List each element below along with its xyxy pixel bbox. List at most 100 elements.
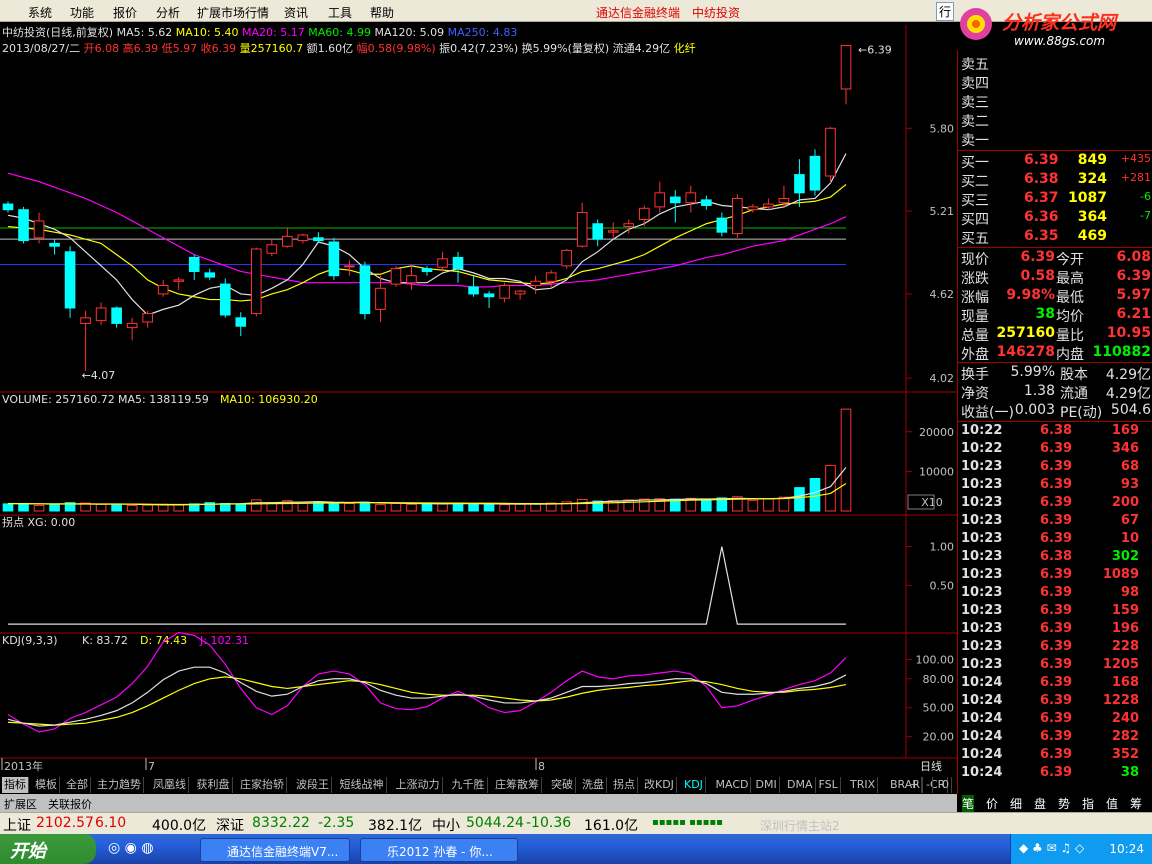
right-tab-1[interactable]: 价 [986,795,998,812]
task-tdx[interactable]: 通达信金融终端V7... [200,838,350,862]
tick-volume: 1089 [1102,567,1139,582]
tray-icons[interactable]: ◆ ♣ ✉ ♫ ◇ [1019,841,1084,855]
indicator-tab-20[interactable]: FSL [817,777,841,793]
volume-bar [18,502,29,512]
tab-ext-area[interactable]: 扩展区 [4,796,37,812]
tick-row: 10:22 6.38 169 [958,423,1152,441]
tick-price: 6.39 [1040,603,1073,618]
tick-row: 10:24 6.39 240 [958,711,1152,729]
right-tab-3[interactable]: 盘 [1034,795,1046,812]
right-tab-5[interactable]: 指 [1082,795,1094,812]
quote-value: 5.97 [1116,287,1151,303]
volume-bar [406,503,417,512]
indicator-tab-4[interactable]: 凤凰线 [151,777,189,793]
task-music[interactable]: 乐2012 孙春 - 你... [360,838,518,862]
indicator-tab-8[interactable]: 短线战神 [338,777,387,793]
tick-price: 6.39 [1040,675,1073,690]
index-item-6: -2.35 [318,815,355,831]
buy-label: 买二 [961,174,989,190]
indicator-tab-7[interactable]: 波段王 [294,777,332,793]
tick-row: 10:24 6.39 352 [958,747,1152,765]
chart-area[interactable]: 5.80 5.21 4.62 4.02 ←6.39 ←4.07 VOLUME: 257160… [0,0,957,776]
sell-row: 卖一 [958,130,1152,149]
indicator-tab-2[interactable]: 全部 [64,777,91,793]
right-tab-7[interactable]: 筹 [1130,795,1142,812]
right-tab-6[interactable]: 值 [1106,795,1118,812]
fund-value: 4.29亿 [1105,367,1151,383]
candle [732,194,743,238]
quote-label: 最低 [1056,290,1084,306]
indicator-tab-18[interactable]: DMI [754,777,780,793]
tick-price: 6.38 [1040,549,1073,564]
quote-label: 涨幅 [961,290,989,306]
tab-ctrl-1[interactable]: - [924,777,933,793]
tick-row: 10:24 6.39 1228 [958,693,1152,711]
indicator-tab-19[interactable]: DMA [785,777,816,793]
indicator-tab-5[interactable]: 获利盘 [195,777,233,793]
fund-label: 股本 [1060,367,1088,383]
volume-bar [638,498,650,512]
server-status[interactable]: 深圳行情主站2 [760,817,840,834]
right-tab-4[interactable]: 势 [1058,795,1070,812]
task-tdx-label: 通达信金融终端V7... [227,845,339,859]
candle [406,264,417,290]
tick-row: 10:23 6.39 68 [958,459,1152,477]
candle [638,205,650,227]
indicator-tab-3[interactable]: 主力趋势 [95,777,144,793]
start-button[interactable]: 开始 [0,834,96,864]
buy-row: 买五 6.35 469 [958,228,1152,247]
candle [452,251,464,283]
fund-value: 504.6 [1110,402,1151,418]
indicator-tab-13[interactable]: 洗盘 [580,777,607,793]
kdj-axis-label: 100.00 [916,653,955,666]
tick-row: 10:22 6.39 346 [958,441,1152,459]
candle [576,202,588,248]
buy-price: 6.39 [1024,152,1059,168]
indicator-tab-1[interactable]: 模板 [33,777,60,793]
indicator-tab-9[interactable]: 上涨动力 [394,777,443,793]
indicator-tab-6[interactable]: 庄家抬轿 [238,777,287,793]
candle [561,249,572,269]
candle [840,44,852,105]
indicator-tab-0[interactable]: 指标 [2,777,29,793]
volume-bar [437,502,448,512]
tab-ctrl-2[interactable]: 0 [940,777,952,793]
right-tab-0[interactable]: 笔 [962,795,975,812]
index-item-11: 161.0亿 [584,818,639,834]
volume-ma10-legend: MA10: 106930.20 [220,393,318,406]
quicklaunch-icon[interactable]: ◎ ◉ ◍ [108,840,154,856]
indicator-tab-21[interactable]: TRIX [848,777,879,793]
indicator-tab-11[interactable]: 庄筹散筹 [493,777,542,793]
buy-row: 买四 6.36 364 -7 [958,209,1152,228]
tick-price: 6.39 [1040,495,1073,510]
sell-label: 卖三 [961,95,989,111]
index-item-3: 400.0亿 [152,818,207,834]
tick-volume: 228 [1111,639,1139,654]
candle [250,247,262,317]
system-tray: ◆ ♣ ✉ ♫ ◇ 10:24 [1010,834,1152,864]
tick-price: 6.39 [1040,621,1073,636]
buy-volume: 1087 [1068,190,1107,206]
quote-panel: 卖五 卖四 卖三 卖二 卖一 买一 6.39 849 +435 买二 6.38 324 +281 买三 6.… [957,50,1152,794]
fund-label: 流通 [1060,386,1088,402]
indicator-tab-16[interactable]: KDJ [682,777,706,793]
candle [157,279,169,297]
quote-label: 外盘 [961,347,989,363]
quote-value: 9.98% [1006,287,1055,303]
indicator-tab-12[interactable]: 突破 [549,777,576,793]
tab-ctrl-0[interactable]: + [908,777,923,793]
tick-price: 6.39 [1040,477,1073,492]
candle [282,227,293,248]
date-label: 7 [148,760,155,773]
sell-label: 卖五 [961,57,989,73]
buy-change: +435 [1120,152,1151,165]
indicator-tab-10[interactable]: 九千胜 [450,777,488,793]
indicator-tab-17[interactable]: MACD [714,777,752,793]
indicator-tab-14[interactable]: 拐点 [611,777,638,793]
right-tab-2[interactable]: 细 [1010,795,1022,812]
volume-bar [375,504,386,512]
tab-related-quote[interactable]: 关联报价 [48,796,92,812]
indicator-tab-15[interactable]: 改KDJ [642,777,677,793]
tick-row: 10:23 6.38 302 [958,549,1152,567]
index-item-7: 382.1亿 [368,818,423,834]
